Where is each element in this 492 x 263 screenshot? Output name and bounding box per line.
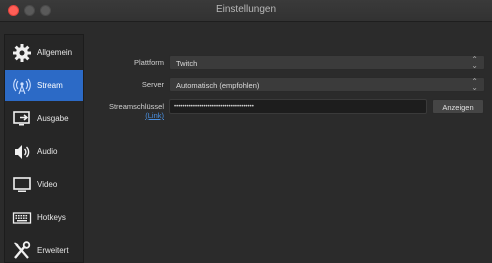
stream-key-label: Streamschlüssel (Link)	[90, 102, 164, 120]
select-arrows-icon: ⌃ ⌄	[471, 77, 478, 92]
wrench-screwdriver-icon	[11, 240, 33, 262]
sidebar-item-hotkeys[interactable]: Hotkeys	[5, 202, 83, 233]
platform-select[interactable]: Twitch ⌃ ⌄	[169, 55, 485, 70]
sidebar-item-label: Stream	[37, 81, 63, 90]
select-arrows-icon: ⌃ ⌄	[471, 55, 478, 70]
sidebar-item-video[interactable]: Video	[5, 169, 83, 200]
stream-antenna-icon	[11, 75, 33, 97]
title-bar: Einstellungen	[0, 0, 492, 22]
sidebar-item-audio[interactable]: Audio	[5, 136, 83, 167]
output-icon	[11, 108, 33, 130]
window-title: Einstellungen	[215, 4, 277, 15]
server-value: Automatisch (empfohlen)	[176, 81, 260, 90]
sidebar-item-erweitert[interactable]: Erweitert	[5, 235, 83, 263]
show-key-button[interactable]: Anzeigen	[432, 99, 484, 114]
sidebar-item-allgemein[interactable]: Allgemein	[5, 37, 83, 68]
stream-key-label-text: Streamschlüssel	[108, 102, 164, 111]
platform-value: Twitch	[176, 59, 198, 68]
settings-sidebar: Allgemein Stream Ausgabe Audio Video Hot…	[4, 34, 84, 263]
speaker-icon	[11, 141, 33, 163]
stream-key-input[interactable]: ••••••••••••••••••••••••••••••••••••••	[169, 99, 427, 114]
monitor-icon	[11, 174, 33, 196]
server-select[interactable]: Automatisch (empfohlen) ⌃ ⌄	[169, 77, 485, 92]
gear-icon	[11, 42, 33, 64]
server-label: Server	[141, 80, 164, 89]
sidebar-item-label: Hotkeys	[37, 213, 66, 222]
sidebar-item-ausgabe[interactable]: Ausgabe	[5, 103, 83, 134]
sidebar-item-label: Ausgabe	[37, 114, 69, 123]
sidebar-item-label: Video	[37, 180, 58, 189]
platform-label: Plattform	[133, 58, 164, 67]
stream-key-link[interactable]: (Link)	[145, 111, 164, 120]
sidebar-item-stream[interactable]: Stream	[5, 70, 83, 101]
sidebar-item-label: Allgemein	[37, 48, 73, 57]
sidebar-item-label: Erweitert	[37, 246, 69, 255]
keyboard-icon	[11, 207, 33, 229]
sidebar-item-label: Audio	[37, 147, 58, 156]
